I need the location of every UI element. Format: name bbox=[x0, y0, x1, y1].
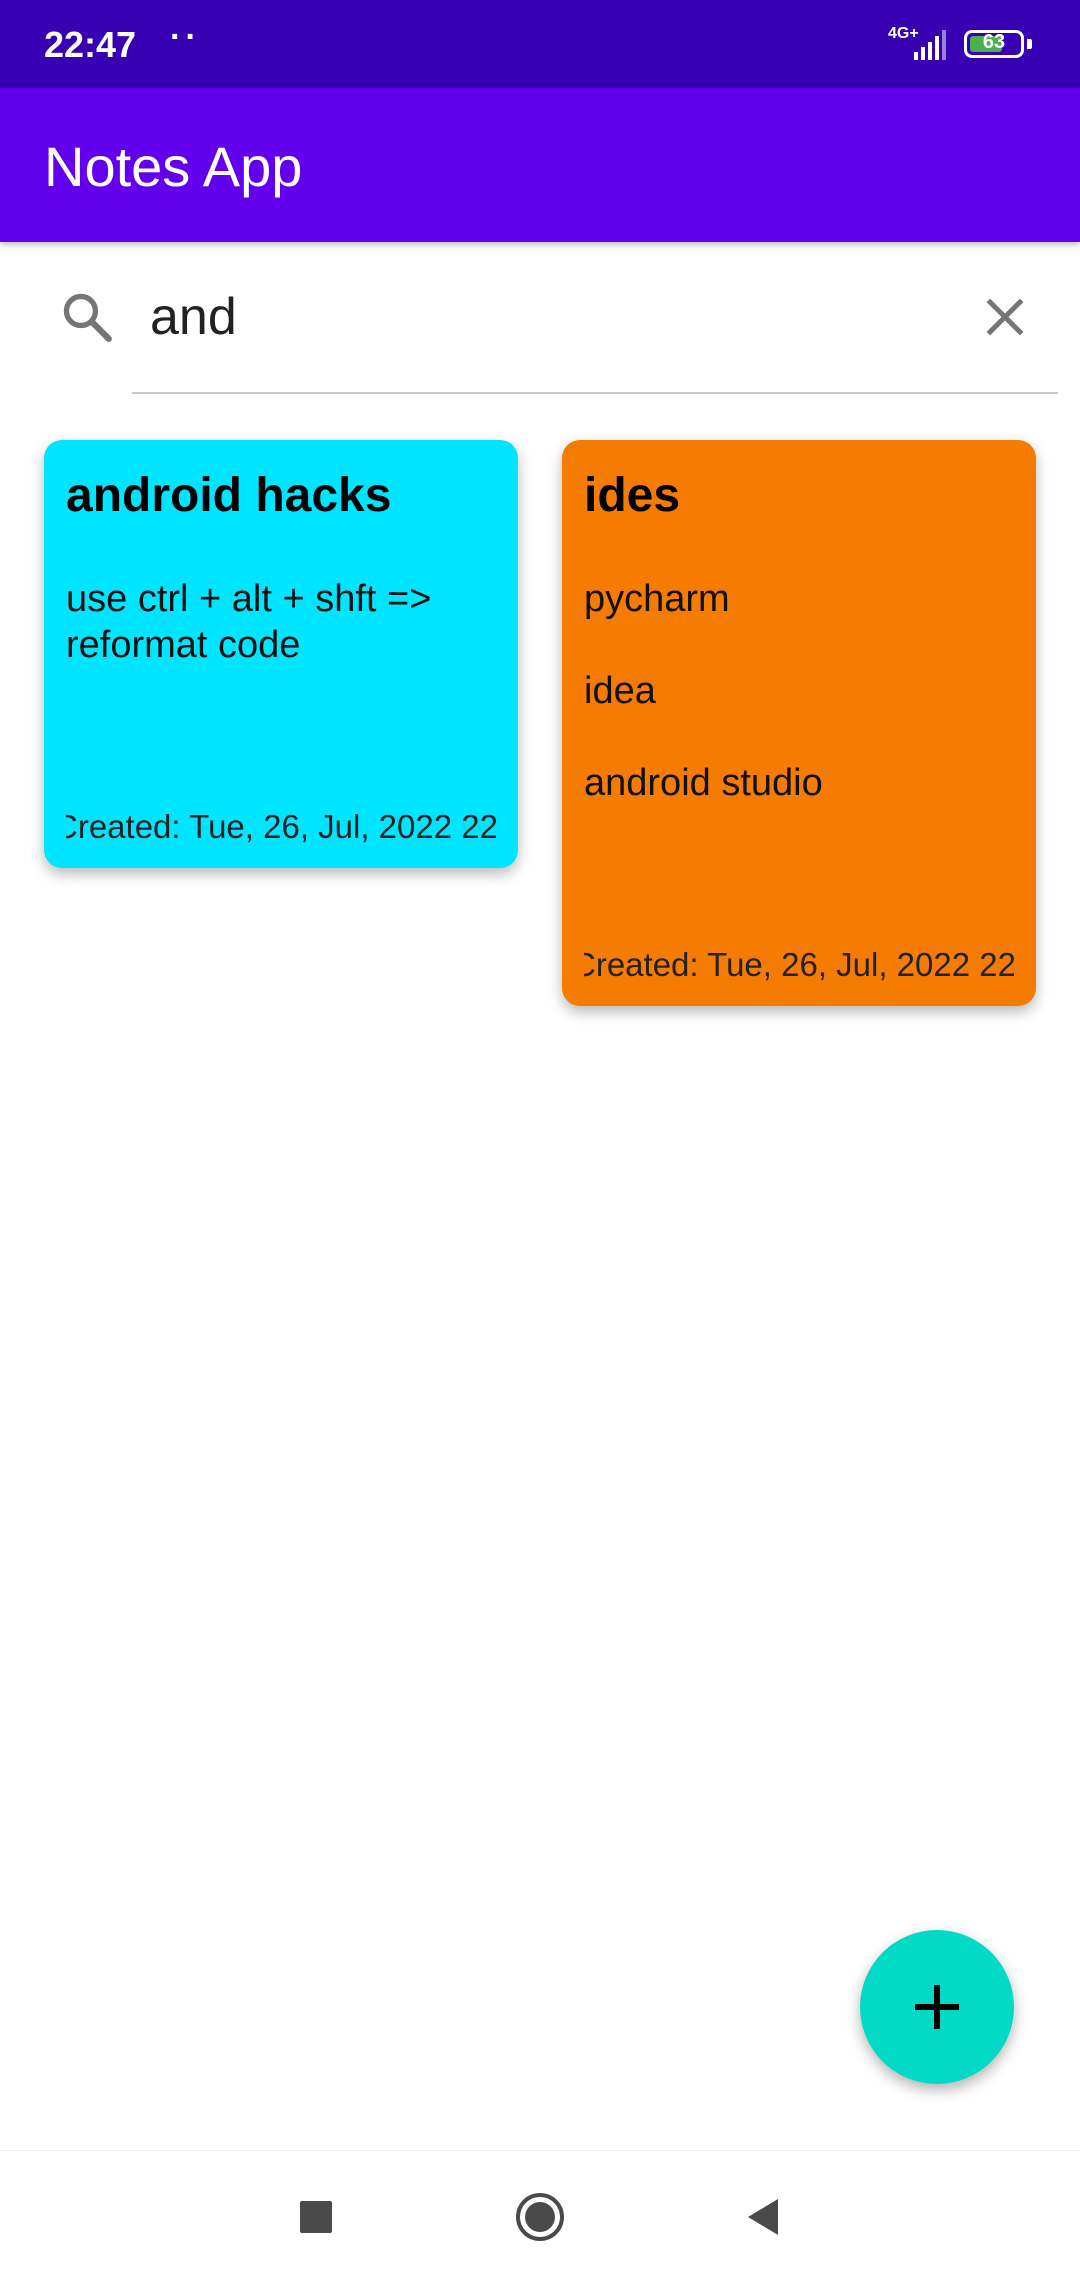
triangle-icon[interactable] bbox=[738, 2191, 790, 2243]
battery-level: 63 bbox=[982, 31, 1006, 53]
note-body: pycharm idea android studio bbox=[584, 576, 1014, 852]
search-input[interactable] bbox=[150, 280, 950, 354]
note-body: use ctrl + alt + shft => reformat code bbox=[66, 576, 496, 668]
note-title: ides bbox=[584, 469, 681, 522]
navigation-bar bbox=[0, 2150, 1080, 2281]
note-title: android hacks bbox=[66, 469, 392, 522]
add-note-button[interactable] bbox=[860, 1930, 1014, 2084]
circle-icon[interactable] bbox=[514, 2191, 566, 2243]
battery-icon: 63 bbox=[964, 30, 1024, 58]
notification-dots: ·· bbox=[170, 18, 201, 56]
status-time: 22:47 bbox=[44, 24, 137, 65]
app-bar: Notes App bbox=[0, 88, 1080, 242]
app-title: Notes App bbox=[44, 135, 303, 198]
square-icon[interactable] bbox=[290, 2191, 342, 2243]
plus-icon bbox=[915, 1985, 959, 2029]
status-bar: 22:47 ·· 4G+ 63 bbox=[0, 0, 1080, 88]
note-card[interactable]: android hacks use ctrl + alt + shft => r… bbox=[44, 440, 518, 868]
battery-tip bbox=[1027, 39, 1032, 49]
search-icon bbox=[63, 293, 112, 342]
signal-icon bbox=[914, 30, 946, 60]
note-line: android studio bbox=[584, 762, 823, 804]
note-line: use ctrl + alt + shft => reformat code bbox=[66, 578, 432, 666]
note-created: Created: Tue, 26, Jul, 2022 22 bbox=[584, 946, 1014, 983]
close-icon[interactable] bbox=[980, 292, 1030, 342]
search-underline bbox=[132, 392, 1058, 394]
note-line: pycharm bbox=[584, 578, 730, 620]
note-created: Created: Tue, 26, Jul, 2022 22 bbox=[66, 808, 496, 845]
note-card[interactable]: ides pycharm idea android studio Created… bbox=[562, 440, 1036, 1006]
note-line: idea bbox=[584, 670, 656, 712]
